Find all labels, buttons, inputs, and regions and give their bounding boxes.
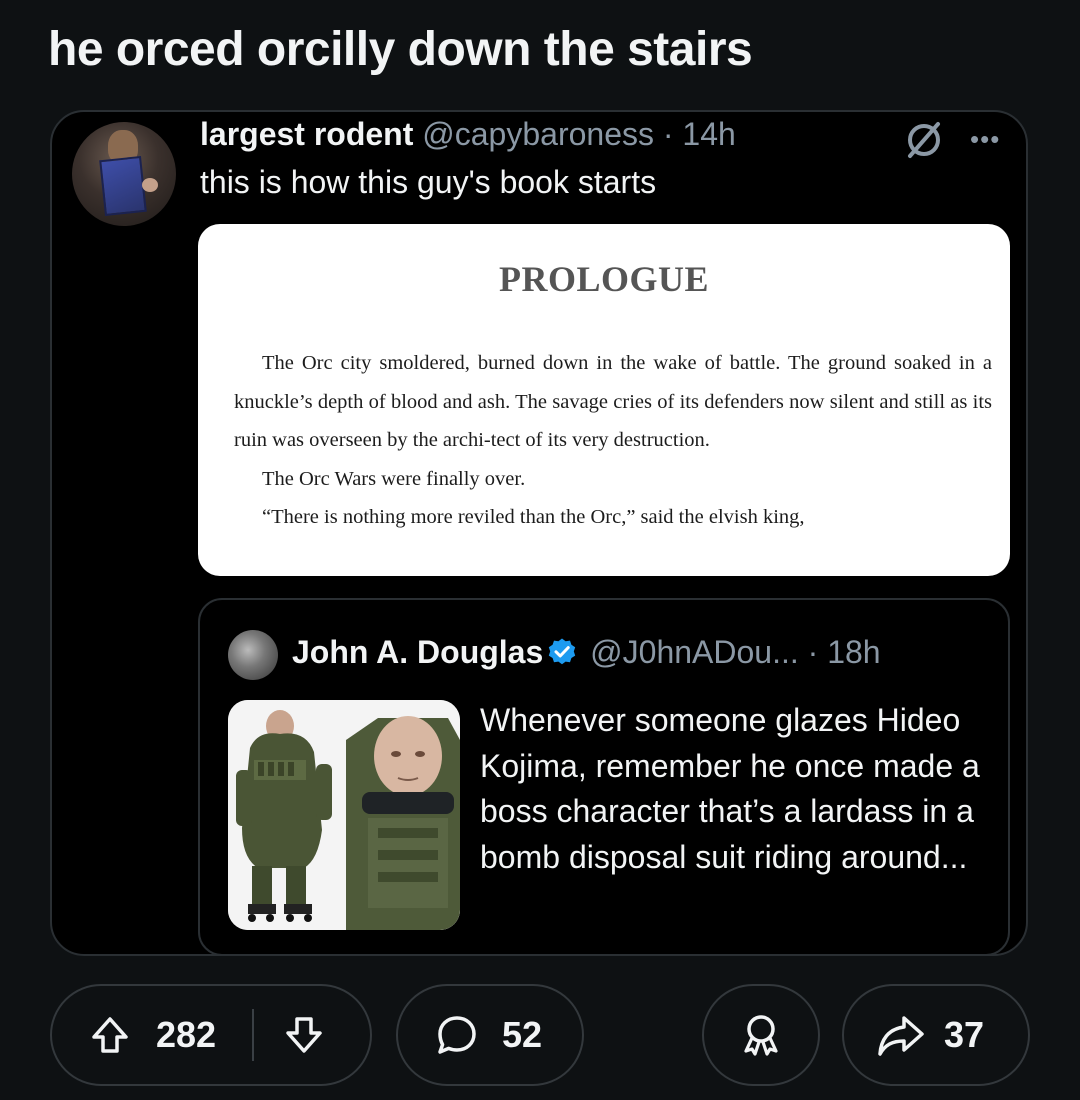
post-title: he orced orcilly down the stairs: [48, 23, 753, 76]
bomb-suit-character-illustration: [228, 700, 460, 930]
book-paragraph: The Orc Wars were finally over.: [262, 467, 526, 490]
award-button[interactable]: [702, 984, 820, 1086]
quoted-time: 18h: [827, 634, 881, 670]
upvote-icon[interactable]: [88, 1013, 132, 1057]
tweet-display-name: largest rodent: [200, 116, 414, 152]
quoted-handle: @J0hnADou...: [590, 634, 799, 670]
more-options-icon[interactable]: •••: [970, 124, 1000, 155]
vote-bar: 282: [50, 984, 372, 1086]
quoted-separator: ·: [807, 634, 819, 670]
quoted-character-image: [228, 700, 460, 930]
quoted-user-avatar: [228, 630, 278, 680]
upvote-count: 282: [156, 1014, 217, 1055]
award-icon: [744, 1015, 778, 1056]
comment-button[interactable]: 52: [396, 984, 584, 1086]
book-paragraph: The Orc city smoldered, burned down in t…: [234, 352, 992, 451]
tweet-separator: ·: [662, 116, 674, 152]
downvote-icon[interactable]: [282, 1013, 326, 1057]
avatar-hand: [142, 178, 158, 192]
book-heading: PROLOGUE: [498, 259, 709, 299]
user-avatar: [72, 122, 176, 226]
comment-icon: [438, 1016, 476, 1054]
share-count: 37: [944, 1014, 985, 1055]
tweet-handle: @capybaroness: [422, 116, 654, 152]
avatar-book: [99, 155, 147, 217]
verified-badge-icon: [549, 638, 576, 665]
tweet-screenshot: largest rodent @capybaroness · 14h ••• t…: [50, 110, 1028, 956]
vote-divider: [252, 1009, 255, 1061]
quoted-display-name: John A. Douglas: [292, 634, 544, 670]
tweet-time: 14h: [682, 116, 736, 152]
book-page-image: PROLOGUE The Orc city smoldered, burned …: [198, 224, 1010, 576]
quoted-tweet-text: Whenever someone glazes Hideo Kojima, re…: [480, 702, 980, 875]
comment-count: 52: [502, 1014, 543, 1055]
tweet-header: largest rodent @capybaroness · 14h: [200, 116, 736, 153]
book-prose: The Orc city smoldered, burned down in t…: [234, 344, 992, 537]
quoted-tweet[interactable]: John A. Douglas @J0hnADou... · 18h Whene…: [198, 598, 1010, 954]
no-entry-icon: [908, 122, 940, 158]
tweet-text: this is how this guy's book starts: [200, 164, 657, 200]
share-icon: [878, 1016, 924, 1056]
share-button[interactable]: 37: [842, 984, 1030, 1086]
quoted-tweet-header: John A. Douglas @J0hnADou... · 18h: [292, 634, 881, 671]
book-paragraph: “There is nothing more reviled than the …: [262, 506, 805, 528]
